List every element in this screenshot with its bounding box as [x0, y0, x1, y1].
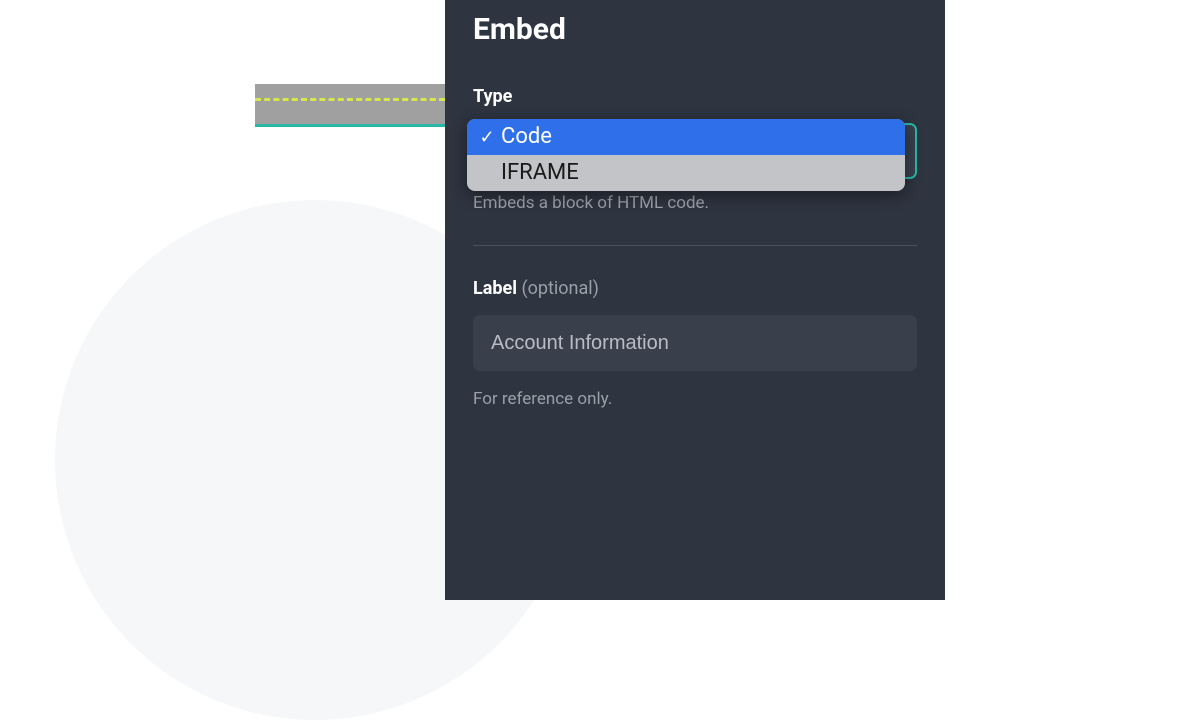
label-optional: (optional): [521, 278, 598, 299]
section-divider: [473, 245, 917, 246]
type-option-label: Code: [501, 126, 552, 148]
label-input[interactable]: [473, 315, 917, 371]
canvas-teal-divider: [255, 124, 445, 127]
panel-title: Embed: [473, 12, 917, 48]
canvas-dashed-guide: [255, 98, 445, 101]
label-label-row: Label (optional): [473, 278, 917, 299]
type-select-wrap: ✓ Code ✓ IFRAME: [473, 123, 917, 179]
embed-settings-panel: Embed Type ✓ Code ✓ IFRAME Embeds a bloc…: [445, 0, 945, 600]
type-label-row: Type: [473, 86, 917, 107]
checkmark-icon: ✓: [477, 127, 497, 148]
canvas-grey-band: [255, 84, 445, 124]
canvas-preview: [255, 84, 445, 600]
type-option-iframe[interactable]: ✓ IFRAME: [467, 155, 905, 191]
type-dropdown: ✓ Code ✓ IFRAME: [467, 119, 905, 191]
label-help-text: For reference only.: [473, 389, 917, 409]
type-option-code[interactable]: ✓ Code: [467, 119, 905, 155]
type-help-text: Embeds a block of HTML code.: [473, 193, 917, 213]
type-option-label: IFRAME: [501, 162, 579, 184]
type-label: Type: [473, 86, 512, 107]
label-label: Label: [473, 278, 517, 299]
